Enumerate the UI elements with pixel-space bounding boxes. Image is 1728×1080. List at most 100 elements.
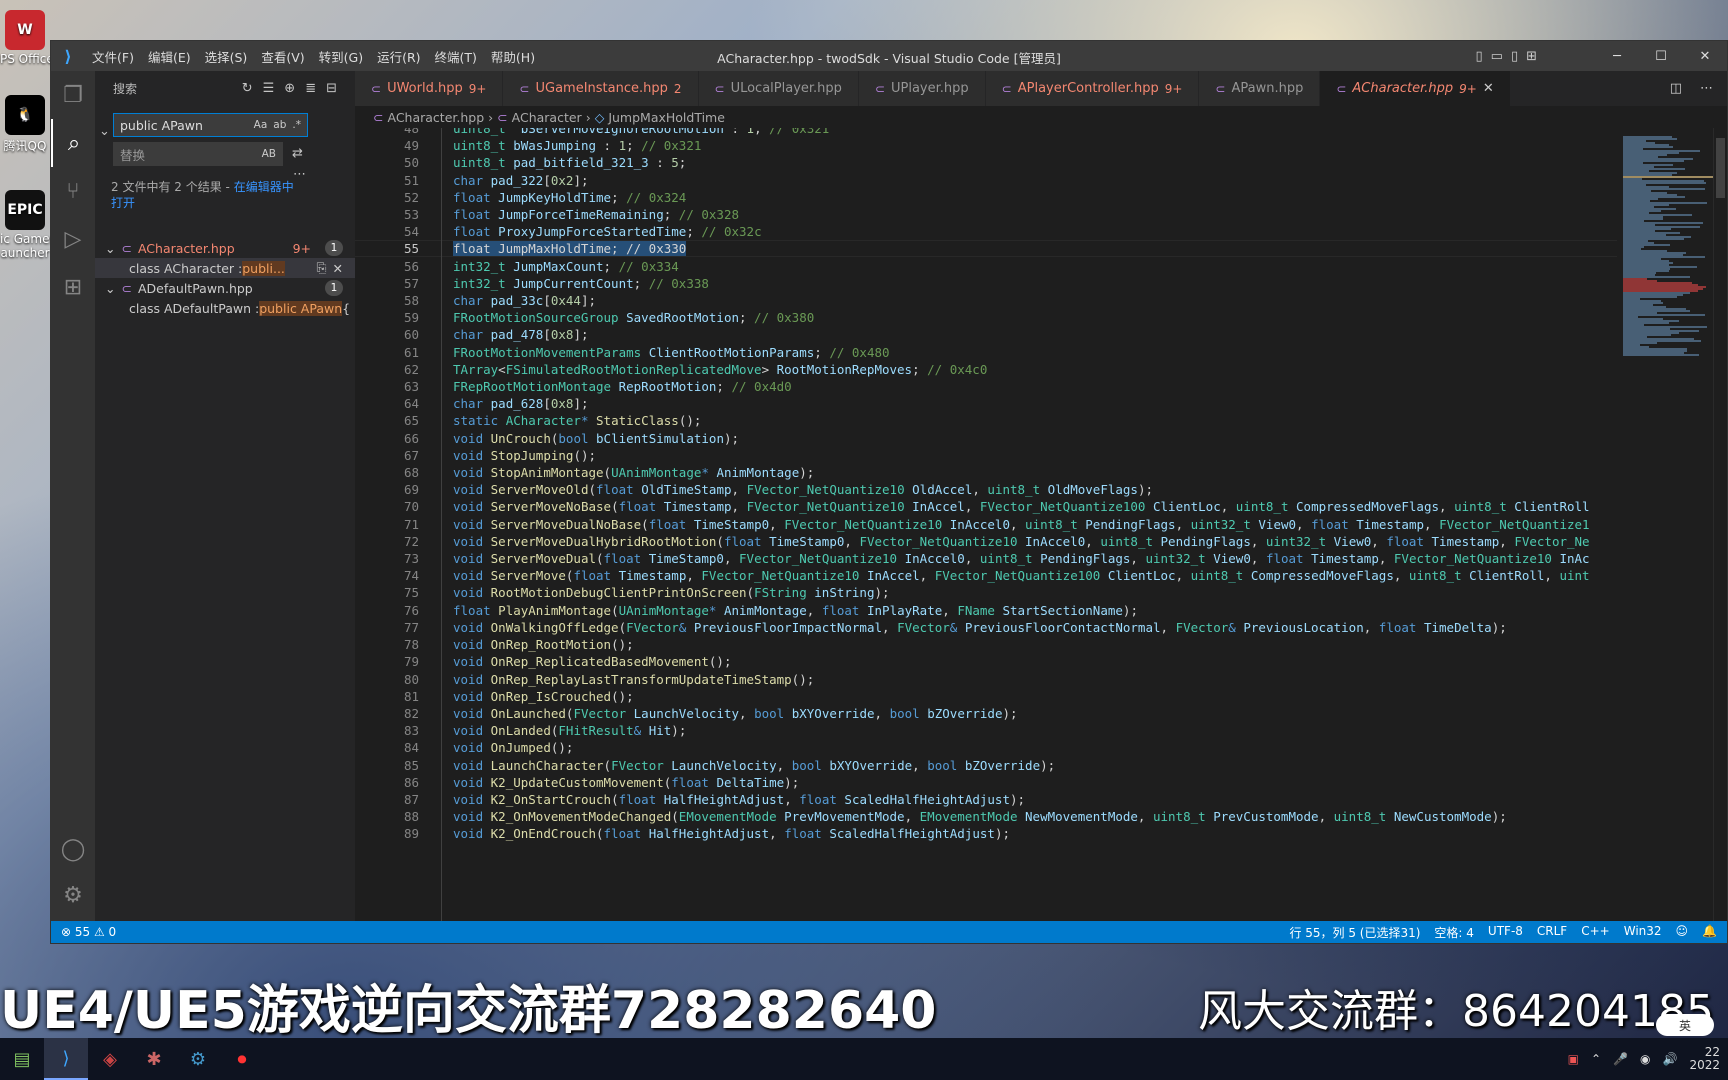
code-line[interactable]: void StopJumping(); [453, 447, 1590, 464]
scrollbar-thumb[interactable] [1716, 138, 1725, 198]
cursor-position[interactable]: 行 55，列 5 (已选择31) [1289, 924, 1420, 941]
result-match-row[interactable]: class ADefaultPawn : public APawn { [95, 298, 355, 318]
code-line[interactable]: TArray<FSimulatedRootMotionReplicatedMov… [453, 361, 1590, 378]
run-debug-icon[interactable]: ▷ [51, 215, 95, 263]
code-line[interactable]: void OnJumped(); [453, 739, 1590, 756]
editor-tab[interactable]: ⊂ UPlayer.hpp [858, 71, 986, 106]
code-line[interactable]: void K2_OnEndCrouch(float HalfHeightAdju… [453, 825, 1590, 842]
accounts-icon[interactable]: ◯ [51, 825, 95, 873]
encoding[interactable]: UTF-8 [1488, 924, 1523, 941]
code-line[interactable]: void K2_OnMovementModeChanged(EMovementM… [453, 808, 1590, 825]
menu-item[interactable]: 帮助(H) [484, 47, 542, 66]
editor-tab[interactable]: ⊂ APawn.hpp [1199, 71, 1321, 106]
code-line[interactable]: void OnRep_ReplicatedBasedMovement(); [453, 653, 1590, 670]
match-whole-word-icon[interactable]: ab [273, 119, 286, 131]
search-input[interactable]: public APawn Aa ab .* [113, 113, 308, 137]
extensions-icon[interactable]: ⊞ [51, 263, 95, 311]
code-content[interactable]: uint8_t bServerMoveIgnoreRootMotion : 1;… [453, 128, 1590, 843]
code-line[interactable]: void RootMotionDebugClientPrintOnScreen(… [453, 584, 1590, 601]
code-line[interactable]: void ServerMoveNoBase(float Timestamp, F… [453, 498, 1590, 515]
new-search-editor-icon[interactable]: ⊕ [284, 81, 295, 96]
desktop-shortcut[interactable]: EPIC ic Games auncher [0, 190, 56, 260]
editor-tab[interactable]: ⊂ UGameInstance.hpp 2 [503, 71, 699, 106]
customize-layout-icon[interactable]: ⊞ [1526, 49, 1537, 64]
recorder-taskbar-icon[interactable]: ⏺ [220, 1038, 264, 1080]
search-icon[interactable]: ⌕ [51, 119, 95, 167]
collapse-all-icon[interactable]: ⊟ [326, 81, 337, 96]
code-line[interactable]: static ACharacter* StaticClass(); [453, 412, 1590, 429]
editor-tab[interactable]: ⊂ APlayerController.hpp 9+ [985, 71, 1200, 106]
menu-item[interactable]: 查看(V) [254, 47, 311, 66]
tray-app-icon[interactable]: ▣ [1568, 1052, 1579, 1066]
code-line[interactable]: char pad_478[0x8]; [453, 326, 1590, 343]
tray-clock[interactable]: 22 2022 [1689, 1046, 1720, 1072]
desktop-shortcut[interactable]: W PS Office [0, 10, 54, 66]
toggle-panel-icon[interactable]: ▭ [1491, 49, 1503, 64]
toggle-sidebar-icon[interactable]: ▯ [1475, 49, 1482, 64]
toggle-secondary-sidebar-icon[interactable]: ▯ [1511, 49, 1518, 64]
minimap[interactable] [1617, 128, 1713, 921]
close-window-button[interactable]: ✕ [1683, 41, 1727, 71]
code-editor[interactable]: 48 49 50 51 52 53 54 55 56 57 58 59 60 61 62 63 64 65 66 67… [355, 128, 1617, 921]
code-line[interactable]: float JumpMaxHoldTime; // 0x330 [453, 240, 1590, 257]
ime-indicator[interactable]: 英 [1656, 1014, 1714, 1036]
settings-gear-icon[interactable]: ⚙ [51, 871, 95, 919]
more-actions-icon[interactable]: ⋯ [1700, 81, 1713, 96]
indentation[interactable]: 空格: 4 [1434, 924, 1474, 941]
code-line[interactable]: uint8_t bServerMoveIgnoreRootMotion : 1;… [453, 128, 1590, 137]
vscode-taskbar-icon[interactable]: ⟩ [44, 1038, 88, 1080]
use-regex-icon[interactable]: .* [292, 119, 301, 131]
notifications-bell-icon[interactable]: 🔔 [1702, 924, 1717, 941]
bug-tool-taskbar-icon[interactable]: ✱ [132, 1038, 176, 1080]
menu-item[interactable]: 终端(T) [428, 47, 484, 66]
toggle-replace-chevron-icon[interactable]: ⌄ [99, 124, 110, 139]
code-line[interactable]: void ServerMoveDual(float TimeStamp0, FV… [453, 550, 1590, 567]
menu-item[interactable]: 文件(F) [85, 47, 141, 66]
menu-item[interactable]: 运行(R) [370, 47, 427, 66]
replace-input[interactable]: 替换 AB [113, 142, 283, 166]
refresh-icon[interactable]: ↻ [242, 81, 253, 96]
editor-tab[interactable]: ⊂ ULocalPlayer.hpp [698, 71, 859, 106]
tray-volume-icon[interactable]: 🔊 [1663, 1052, 1678, 1066]
code-line[interactable]: void K2_UpdateCustomMovement(float Delta… [453, 774, 1590, 791]
notepad-taskbar-icon[interactable]: ▤ [0, 1038, 44, 1080]
editor-tab[interactable]: ⊂ UWorld.hpp 9+ [355, 71, 504, 106]
minimize-button[interactable]: ─ [1595, 41, 1639, 71]
editor-tab[interactable]: ⊂ ACharacter.hpp 9+ ✕ [1320, 71, 1511, 106]
code-line[interactable]: void K2_OnStartCrouch(float HalfHeightAd… [453, 791, 1590, 808]
code-line[interactable]: void OnLaunched(FVector LaunchVelocity, … [453, 705, 1590, 722]
code-line[interactable]: char pad_322[0x2]; [453, 172, 1590, 189]
code-line[interactable]: FRootMotionMovementParams ClientRootMoti… [453, 344, 1590, 361]
errors-status[interactable]: ⊗ 55 ⚠ 0 [61, 925, 116, 939]
code-line[interactable]: void ServerMoveDualHybridRootMotion(floa… [453, 533, 1590, 550]
language-mode[interactable]: C++ [1581, 924, 1610, 941]
replace-match-icon[interactable]: ⎘ [317, 260, 327, 276]
code-line[interactable]: float PlayAnimMontage(UAnimMontage* Anim… [453, 602, 1590, 619]
code-line[interactable]: uint8_t bWasJumping : 1; // 0x321 [453, 137, 1590, 154]
clear-results-icon[interactable]: ☰ [263, 81, 275, 96]
replace-all-icon[interactable]: ⇄ [292, 146, 303, 161]
match-case-icon[interactable]: Aa [254, 119, 268, 131]
code-line[interactable]: void ServerMove(float Timestamp, FVector… [453, 567, 1590, 584]
code-line[interactable]: void LaunchCharacter(FVector LaunchVeloc… [453, 757, 1590, 774]
tray-network-icon[interactable]: ◉ [1640, 1052, 1650, 1066]
code-line[interactable]: void ServerMoveOld(float OldTimeStamp, F… [453, 481, 1590, 498]
explorer-icon[interactable]: ❐ [51, 71, 95, 119]
code-line[interactable]: void OnRep_ReplayLastTransformUpdateTime… [453, 671, 1590, 688]
code-line[interactable]: void OnWalkingOffLedge(FVector& Previous… [453, 619, 1590, 636]
code-line[interactable]: void OnRep_IsCrouched(); [453, 688, 1590, 705]
menu-item[interactable]: 选择(S) [198, 47, 255, 66]
code-line[interactable]: FRootMotionSourceGroup SavedRootMotion; … [453, 309, 1590, 326]
preserve-case-icon[interactable]: AB [262, 148, 276, 160]
tray-mic-icon[interactable]: 🎤 [1613, 1052, 1628, 1066]
breadcrumb-item[interactable]: ACharacter [512, 110, 582, 125]
code-line[interactable]: char pad_628[0x8]; [453, 395, 1590, 412]
code-line[interactable]: char pad_33c[0x44]; [453, 292, 1590, 309]
code-line[interactable]: void StopAnimMontage(UAnimMontage* AnimM… [453, 464, 1590, 481]
desktop-shortcut[interactable]: 🐧 腾讯QQ [0, 95, 50, 154]
view-as-tree-icon[interactable]: ≣ [305, 81, 316, 96]
dismiss-match-icon[interactable]: ✕ [333, 261, 343, 276]
code-line[interactable]: void OnLanded(FHitResult& Hit); [453, 722, 1590, 739]
cheat-engine-taskbar-icon[interactable]: ⚙ [176, 1038, 220, 1080]
code-line[interactable]: uint8_t pad_bitfield_321_3 : 5; [453, 154, 1590, 171]
